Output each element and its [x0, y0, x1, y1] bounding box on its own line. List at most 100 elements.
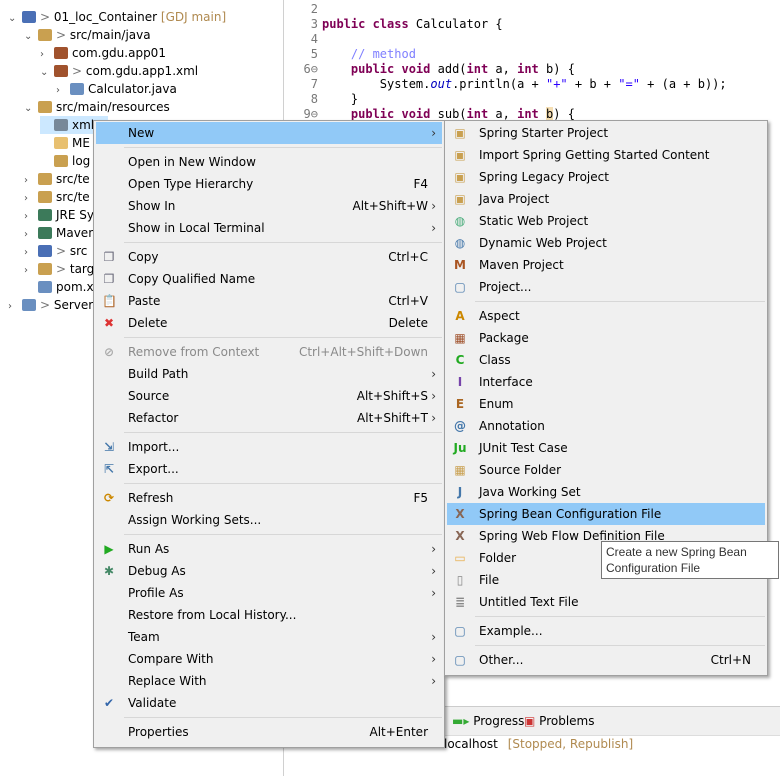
menu-item-remove-from-context[interactable]: ⊘ Remove from Context Ctrl+Alt+Shift+Down: [96, 341, 442, 363]
chevron-down-icon[interactable]: ⌄: [8, 10, 20, 28]
tree-item[interactable]: › Calculator.java: [56, 80, 177, 98]
tree-item[interactable]: ⌄ > com.gdu.app1.xml: [40, 62, 198, 80]
menu-item-package[interactable]: ▦ Package: [447, 327, 765, 349]
spring-import-icon: ▣: [454, 148, 466, 162]
tree-item[interactable]: › JRE Sy: [24, 206, 94, 224]
menu-item-source-folder[interactable]: ▦ Source Folder: [447, 459, 765, 481]
menu-item-interface[interactable]: I Interface: [447, 371, 765, 393]
menu-item-label: Spring Legacy Project: [479, 170, 609, 184]
tree-item[interactable]: log: [40, 152, 90, 170]
menu-item-replace-with[interactable]: Replace With ›: [96, 670, 442, 692]
menu-item-label: Replace With: [128, 674, 207, 688]
tree-node-icon: [54, 137, 68, 149]
source-folder-icon: ▦: [454, 463, 466, 477]
tree-item[interactable]: pom.x: [24, 278, 94, 296]
menu-item-open-type-hierarchy[interactable]: Open Type Hierarchy F4: [96, 173, 442, 195]
tab-progress[interactable]: ▬▸ Progress: [452, 714, 524, 728]
menu-item-enum[interactable]: E Enum: [447, 393, 765, 415]
tree-item[interactable]: › Maven: [24, 224, 96, 242]
tree-item[interactable]: › com.gdu.app01: [40, 44, 166, 62]
menu-item-compare-with[interactable]: Compare With ›: [96, 648, 442, 670]
menu-item-build-path[interactable]: Build Path ›: [96, 363, 442, 385]
menu-item-copy-qualified-name[interactable]: ❐ Copy Qualified Name: [96, 268, 442, 290]
menu-item-team[interactable]: Team ›: [96, 626, 442, 648]
code-line[interactable]: 8 }: [284, 92, 780, 107]
menu-item-debug-as[interactable]: ✱ Debug As ›: [96, 560, 442, 582]
chevron-down-icon[interactable]: ⌄: [24, 100, 36, 118]
menu-item-run-as[interactable]: ▶ Run As ›: [96, 538, 442, 560]
aspect-icon: A: [455, 309, 465, 323]
menu-item-show-in-local-terminal[interactable]: Show in Local Terminal ›: [96, 217, 442, 239]
class-icon: C: [455, 353, 465, 367]
submenu-arrow-icon: ›: [431, 126, 436, 140]
menu-item-junit-test-case[interactable]: Ju JUnit Test Case: [447, 437, 765, 459]
shortcut-label: Ctrl+Alt+Shift+Down: [298, 345, 428, 359]
tree-item[interactable]: › > Servers: [8, 296, 99, 314]
menu-item-label: Show In: [128, 199, 176, 213]
menu-item-restore-from-local-history[interactable]: Restore from Local History...: [96, 604, 442, 626]
code-line[interactable]: 4: [284, 32, 780, 47]
menu-item-open-in-new-window[interactable]: Open in New Window: [96, 151, 442, 173]
menu-item-show-in[interactable]: Show In Alt+Shift+W ›: [96, 195, 442, 217]
dynamic-web-icon: ◍: [454, 236, 466, 250]
submenu-arrow-icon: ›: [431, 367, 436, 381]
code-line[interactable]: 7 System.out.println(a + "+" + b + "=" +…: [284, 77, 780, 92]
menu-item-static-web-project[interactable]: ◍ Static Web Project: [447, 210, 765, 232]
line-number: 5: [310, 47, 318, 61]
chevron-down-icon[interactable]: ⌄: [24, 28, 36, 46]
tree-item[interactable]: › src/te: [24, 188, 90, 206]
menu-item-spring-legacy-project[interactable]: ▣ Spring Legacy Project: [447, 166, 765, 188]
menu-item-paste[interactable]: 📋 Paste Ctrl+V: [96, 290, 442, 312]
tree-item-label: com.gdu.app01: [72, 46, 166, 60]
code-line[interactable]: 5 // method: [284, 47, 780, 62]
menu-item-other[interactable]: ▢ Other... Ctrl+N: [447, 649, 765, 671]
menu-item-refresh[interactable]: ⟳ Refresh F5: [96, 487, 442, 509]
tree-item[interactable]: › src/te: [24, 170, 90, 188]
menu-item-project[interactable]: ▢ Project...: [447, 276, 765, 298]
chevron-right-icon[interactable]: ›: [8, 298, 20, 316]
menu-item-import-spring-getting-started-content[interactable]: ▣ Import Spring Getting Started Content: [447, 144, 765, 166]
menu-item-spring-bean-configuration-file[interactable]: X Spring Bean Configuration File: [447, 503, 765, 525]
static-web-icon: ◍: [454, 214, 466, 228]
tree-item[interactable]: ⌄ src/main/resources: [24, 98, 170, 116]
menu-separator: [124, 242, 442, 243]
tree-item[interactable]: ME: [40, 134, 90, 152]
menu-item-label: JUnit Test Case: [479, 441, 568, 455]
tree-item[interactable]: ⌄ > 01_loc_Container [GDJ main]: [8, 8, 226, 26]
menu-item-import[interactable]: ⇲ Import...: [96, 436, 442, 458]
menu-item-maven-project[interactable]: M Maven Project: [447, 254, 765, 276]
tree-item[interactable]: › > src: [24, 242, 87, 260]
shortcut-label: Alt+Shift+T: [357, 411, 428, 425]
menu-item-label: Properties: [128, 725, 189, 739]
menu-item-delete[interactable]: ✖ Delete Delete: [96, 312, 442, 334]
menu-item-refactor[interactable]: Refactor Alt+Shift+T ›: [96, 407, 442, 429]
menu-item-dynamic-web-project[interactable]: ◍ Dynamic Web Project: [447, 232, 765, 254]
code-line[interactable]: 2: [284, 2, 780, 17]
menu-item-source[interactable]: Source Alt+Shift+S ›: [96, 385, 442, 407]
menu-item-spring-starter-project[interactable]: ▣ Spring Starter Project: [447, 122, 765, 144]
chevron-down-icon[interactable]: ⌄: [40, 64, 52, 82]
tab-problems[interactable]: ▣ Problems: [524, 714, 594, 728]
menu-item-export[interactable]: ⇱ Export...: [96, 458, 442, 480]
new-submenu: ▣ Spring Starter Project ▣ Import Spring Ge…: [444, 120, 768, 676]
menu-item-example[interactable]: ▢ Example...: [447, 620, 765, 642]
server-row[interactable]: localhost [Stopped, Republish]: [444, 737, 633, 751]
menu-item-class[interactable]: C Class: [447, 349, 765, 371]
menu-item-assign-working-sets[interactable]: Assign Working Sets...: [96, 509, 442, 531]
menu-item-copy[interactable]: ❐ Copy Ctrl+C: [96, 246, 442, 268]
menu-item-annotation[interactable]: @ Annotation: [447, 415, 765, 437]
code-line[interactable]: 6⊖ public void add(int a, int b) {: [284, 62, 780, 77]
menu-item-new[interactable]: New ›: [96, 122, 442, 144]
tree-item-label: xml: [72, 118, 95, 132]
menu-item-validate[interactable]: ✔ Validate: [96, 692, 442, 714]
menu-item-profile-as[interactable]: Profile As ›: [96, 582, 442, 604]
menu-item-java-working-set[interactable]: J Java Working Set: [447, 481, 765, 503]
menu-item-label: Java Project: [479, 192, 550, 206]
code-line[interactable]: 3 public class Calculator {: [284, 17, 780, 32]
menu-item-aspect[interactable]: A Aspect: [447, 305, 765, 327]
tree-item[interactable]: › > targ: [24, 260, 94, 278]
menu-item-untitled-text-file[interactable]: ≣ Untitled Text File: [447, 591, 765, 613]
menu-item-properties[interactable]: Properties Alt+Enter: [96, 721, 442, 743]
menu-item-java-project[interactable]: ▣ Java Project: [447, 188, 765, 210]
tree-item[interactable]: ⌄ > src/main/java: [24, 26, 151, 44]
